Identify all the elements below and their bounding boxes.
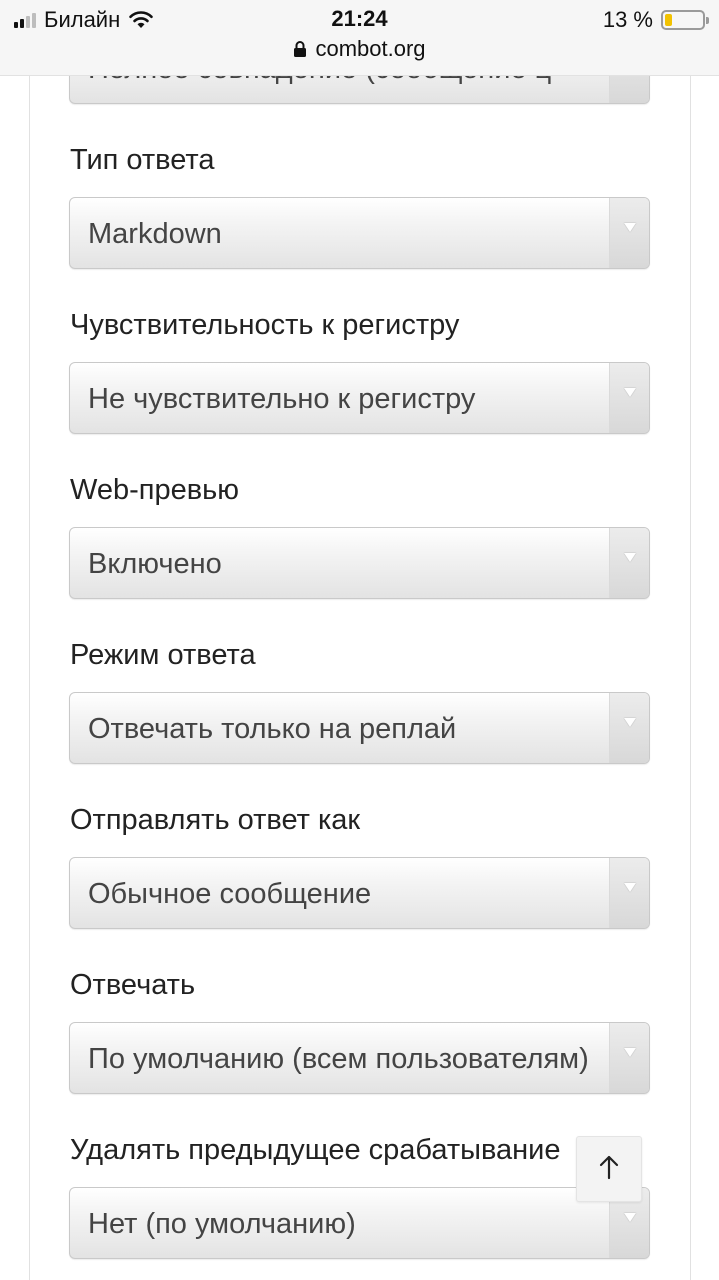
- respond-to-value: По умолчанию (всем пользователям): [88, 1043, 589, 1075]
- send-as-select[interactable]: Обычное сообщение: [69, 857, 650, 929]
- send-as-value: Обычное сообщение: [88, 878, 372, 910]
- respond-to-select[interactable]: По умолчанию (всем пользователям): [69, 1022, 650, 1094]
- battery-icon: [661, 10, 709, 30]
- arrow-up-icon: [598, 1154, 620, 1185]
- dropdown-arrow-icon: [609, 528, 649, 598]
- battery-percent: 13 %: [602, 7, 653, 32]
- scroll-to-top-button[interactable]: [576, 1136, 642, 1202]
- lock-icon: [293, 40, 307, 58]
- delete-previous-value: Нет (по умолчанию): [88, 1208, 356, 1240]
- dropdown-arrow-icon: [609, 1023, 649, 1093]
- web-preview-value: Включено: [88, 548, 222, 580]
- address-bar[interactable]: combot.org: [0, 36, 719, 62]
- dropdown-arrow-icon: [609, 693, 649, 763]
- url-text: combot.org: [315, 36, 426, 61]
- delete-previous-select[interactable]: Нет (по умолчанию): [69, 1187, 650, 1259]
- response-type-value: Markdown: [88, 218, 222, 250]
- reply-mode-label: Режим ответа: [70, 639, 256, 671]
- send-as-label: Отправлять ответ как: [70, 804, 361, 836]
- response-type-label: Тип ответа: [70, 144, 215, 176]
- reply-mode-select[interactable]: Отвечать только на реплай: [69, 692, 650, 764]
- web-preview-label: Web-превью: [70, 474, 239, 506]
- case-sensitivity-select[interactable]: Не чувствительно к регистру: [69, 362, 650, 434]
- status-bar: Билайн 21:24 13 % combot.org: [0, 0, 719, 76]
- reply-mode-value: Отвечать только на реплай: [88, 713, 457, 745]
- dropdown-arrow-icon: [609, 198, 649, 268]
- web-preview-select[interactable]: Включено: [69, 527, 650, 599]
- respond-to-label: Отвечать: [70, 969, 196, 1001]
- response-type-select[interactable]: Markdown: [69, 197, 650, 269]
- case-sensitivity-label: Чувствительность к регистру: [70, 309, 460, 341]
- status-right: 13 %: [602, 6, 709, 34]
- delete-previous-label: Удалять предыдущее срабатывание: [70, 1134, 561, 1166]
- dropdown-arrow-icon: [609, 858, 649, 928]
- dropdown-arrow-icon: [609, 363, 649, 433]
- case-sensitivity-value: Не чувствительно к регистру: [88, 383, 476, 415]
